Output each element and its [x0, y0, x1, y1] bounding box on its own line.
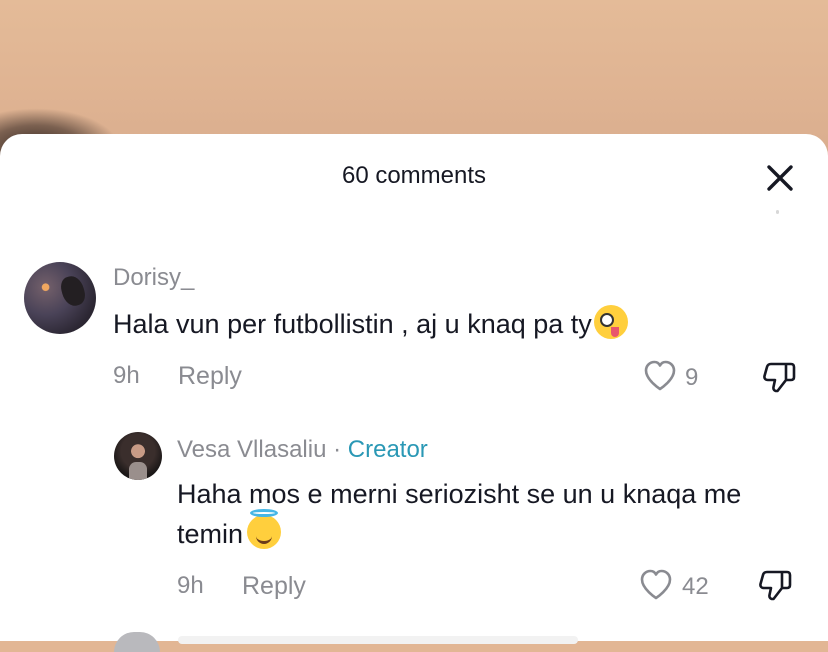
dislike-button[interactable] [760, 358, 798, 401]
next-comment-partial [178, 636, 578, 644]
smiling-face-with-halo-emoji [247, 509, 282, 549]
close-button[interactable] [760, 158, 800, 198]
scroll-indicator [776, 210, 779, 214]
reply-text: Haha mos e merni seriozisht se un u knaq… [177, 474, 797, 554]
thumbs-down-icon [763, 362, 796, 393]
comment-timestamp: 9h [113, 362, 140, 389]
avatar[interactable] [114, 432, 162, 480]
next-comment-avatar-partial [114, 632, 160, 652]
close-icon [767, 165, 793, 191]
separator: · [326, 436, 348, 463]
comments-sheet: 60 comments Dorisy_ Hala vun per futboll… [0, 134, 828, 652]
comment-username[interactable]: Dorisy_ [113, 264, 194, 292]
comments-count-title: 60 comments [341, 162, 487, 189]
heart-icon [640, 569, 672, 600]
thumbs-down-icon [759, 570, 792, 601]
comment-body: Hala vun per futbollistin , aj u knaq pa… [113, 309, 592, 339]
dislike-button[interactable] [756, 566, 794, 609]
like-count: 42 [682, 573, 709, 600]
avatar[interactable] [24, 262, 96, 334]
like-count: 9 [685, 364, 699, 391]
comment-text: Hala vun per futbollistin , aj u knaq pa… [113, 304, 628, 344]
reply-timestamp: 9h [177, 572, 204, 599]
heart-icon [644, 360, 676, 391]
reply-username: Vesa Vllasaliu · Creator [177, 436, 428, 464]
reply-button[interactable]: Reply [242, 572, 306, 601]
zany-face-emoji [593, 305, 628, 339]
like-button[interactable] [642, 359, 678, 398]
creator-badge: Creator [347, 436, 428, 463]
reply-button[interactable]: Reply [178, 362, 242, 391]
reply-author[interactable]: Vesa Vllasaliu [177, 436, 326, 463]
like-button[interactable] [638, 568, 674, 607]
